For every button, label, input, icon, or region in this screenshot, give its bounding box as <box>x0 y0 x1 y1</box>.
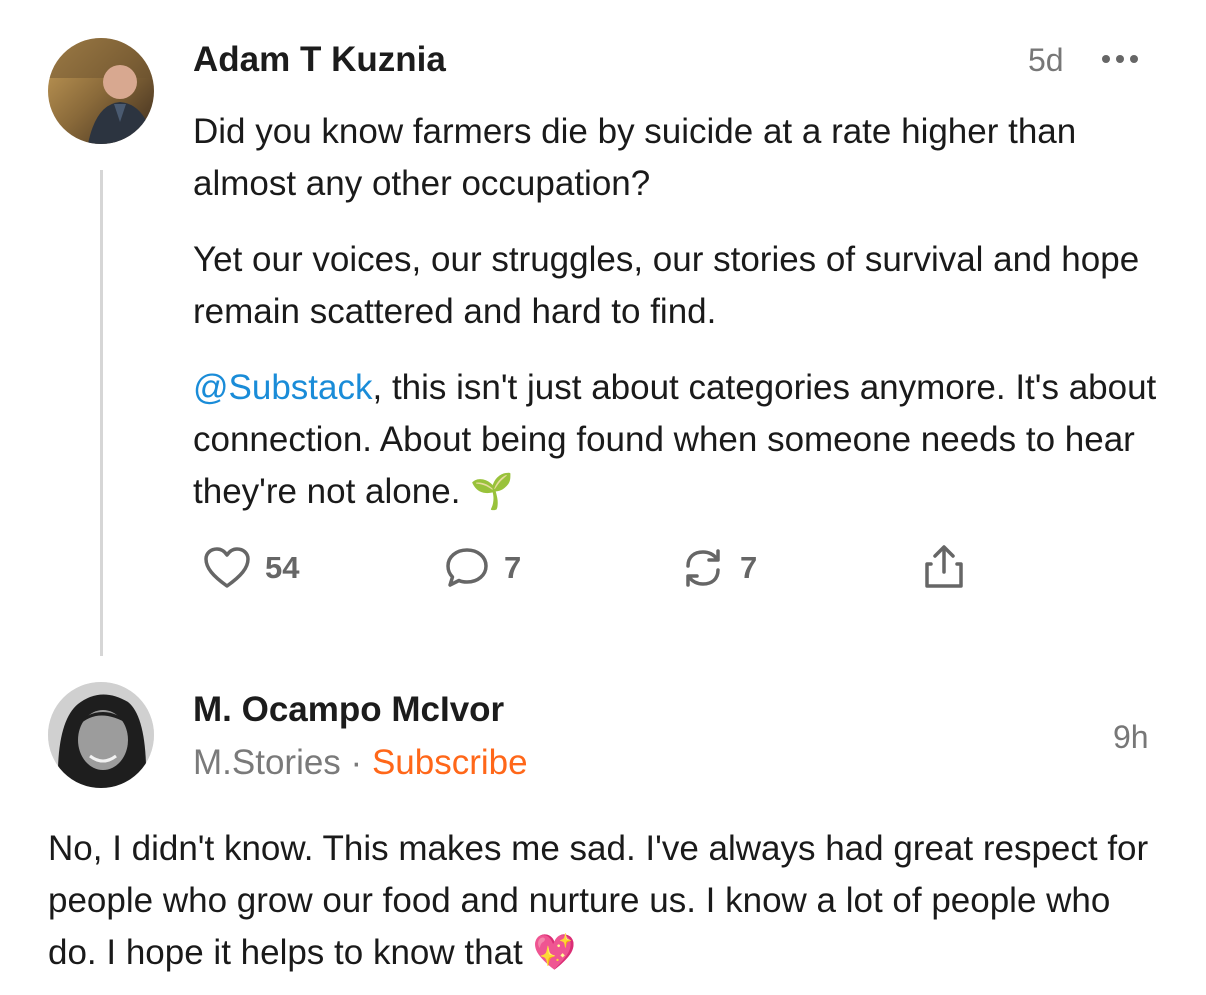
reply-timestamp: 9h <box>1113 719 1149 755</box>
post-timestamp: 5d <box>1028 42 1064 78</box>
restack-count: 7 <box>740 550 758 585</box>
reply-text-body: No, I didn't know. This makes me sad. I'… <box>48 829 1149 972</box>
share-icon <box>925 545 963 588</box>
post-paragraph-2: Yet our voices, our struggles, our stori… <box>193 240 1140 331</box>
comment-icon <box>446 548 488 587</box>
post-author-name[interactable]: Adam T Kuznia <box>193 42 446 77</box>
reply-text: No, I didn't know. This makes me sad. I'… <box>48 823 1158 979</box>
thread-connector-line <box>100 170 103 656</box>
post-paragraph-3: @Substack, this isn't just about categor… <box>193 362 1163 518</box>
like-count: 54 <box>265 550 300 585</box>
subscribe-link[interactable]: Subscribe <box>372 743 528 782</box>
reply-publication-name[interactable]: M.Stories <box>193 743 341 782</box>
restack-button[interactable]: 7 <box>680 546 757 590</box>
heart-icon <box>204 547 250 588</box>
comment-button[interactable]: 7 <box>444 546 521 590</box>
substack-mention-link[interactable]: @Substack <box>193 368 373 407</box>
reply-author-name[interactable]: M. Ocampo McIvor <box>193 692 504 727</box>
post-paragraph-1: Did you know farmers die by suicide at a… <box>193 112 1077 203</box>
author-avatar[interactable] <box>48 38 154 144</box>
separator-dot: · <box>350 743 363 782</box>
reply-author-avatar[interactable] <box>48 682 154 788</box>
more-dots-icon[interactable] <box>1102 55 1138 63</box>
comment-count: 7 <box>504 550 522 585</box>
reply-publication-line: M.Stories · Subscribe <box>193 745 528 780</box>
like-button[interactable]: 54 <box>203 546 299 590</box>
restack-icon <box>686 549 720 587</box>
seedling-emoji: 🌱 <box>470 472 514 511</box>
share-button[interactable] <box>922 544 966 590</box>
sparkling-heart-emoji: 💖 <box>532 933 577 972</box>
